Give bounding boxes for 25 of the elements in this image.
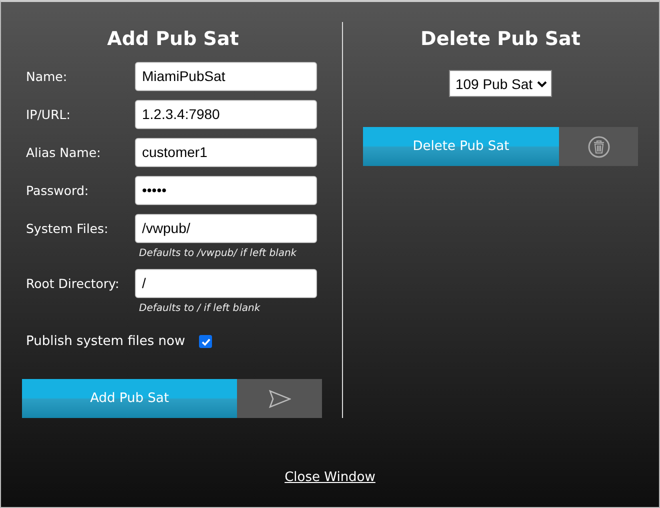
input-field[interactable]: / [135,268,317,298]
input-field[interactable]: customer1 [135,138,317,166]
select-dropdown[interactable]: 109 Pub Sat [449,70,552,97]
field-label: IP/URL: [25,106,72,122]
panel-title: Delete Pub Sat [420,27,580,52]
field-label: System Files: [25,220,110,236]
chevron-down-icon [536,80,547,88]
field-label: Root Directory: [25,276,120,290]
trash-icon [588,136,610,158]
checkbox-label: Publish system files now [26,334,186,349]
close-window-link[interactable]: Close Window [284,470,376,485]
field-label: Alias Name: [25,144,102,160]
send-icon [268,390,290,408]
field-label: Name: [25,68,68,84]
panel-title: Add Pub Sat [107,27,239,52]
field-hint: Defaults to /vwpub/ if left blank [139,248,298,259]
field-label: Password: [25,182,90,198]
input-field[interactable]: MiamiPubSat [135,62,317,90]
checkbox[interactable] [199,335,212,348]
trash-icon-button[interactable] [559,127,638,166]
input-field[interactable]: 1.2.3.4:7980 [135,100,317,128]
input-field[interactable]: ••••• [135,176,317,204]
field-hint: Defaults to / if left blank [139,303,262,314]
input-field[interactable]: /vwpub/ [135,214,317,242]
send-icon-button[interactable] [237,379,322,418]
